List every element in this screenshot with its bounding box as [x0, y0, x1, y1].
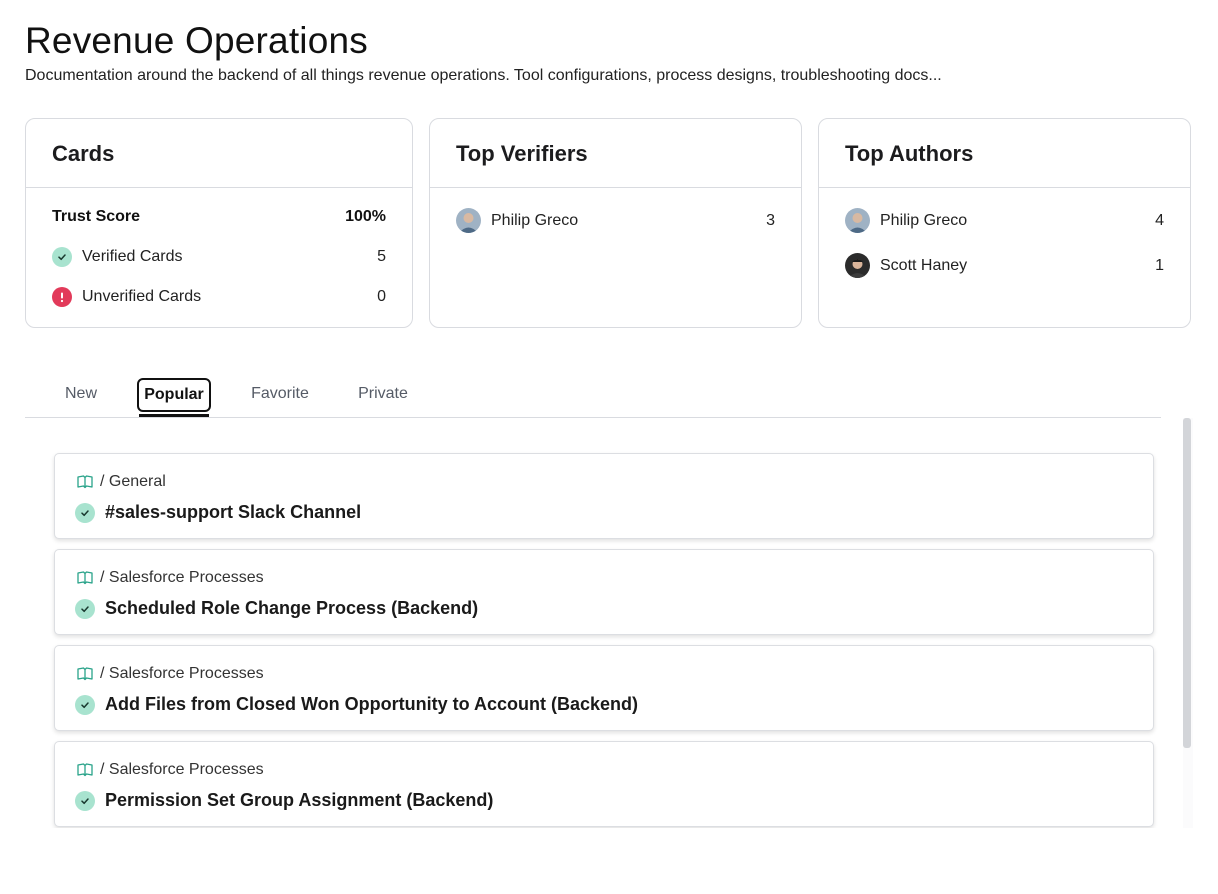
author-name: Scott Haney — [880, 256, 968, 274]
alert-icon — [52, 287, 72, 307]
list-item[interactable]: / Salesforce Processes Add Files from Cl… — [54, 645, 1154, 731]
verifier-name: Philip Greco — [491, 211, 579, 229]
verified-cards-label: Verified Cards — [82, 248, 183, 265]
trust-score-value: 100% — [345, 208, 386, 225]
check-icon — [52, 247, 72, 267]
verifier-row[interactable]: Philip Greco 3 — [456, 208, 775, 233]
trust-score-label: Trust Score — [52, 208, 141, 225]
list-item[interactable]: / Salesforce Processes Permission Set Gr… — [54, 741, 1154, 827]
author-row[interactable]: Scott Haney 1 — [845, 253, 1164, 278]
scrollbar-thumb[interactable] — [1183, 418, 1191, 748]
top-authors-panel: Top Authors Philip Greco 4 Scott Haney 1 — [818, 118, 1191, 328]
verifier-count: 3 — [766, 211, 775, 229]
author-count: 1 — [1155, 256, 1164, 274]
item-title[interactable]: Permission Set Group Assignment (Backend… — [105, 790, 493, 811]
unverified-cards-count: 0 — [377, 288, 386, 305]
page-title: Revenue Operations — [25, 20, 368, 61]
card-tabs: New Popular Favorite Private — [25, 376, 1161, 418]
top-verifiers-heading: Top Verifiers — [430, 119, 801, 188]
item-collection-label: / General — [100, 473, 166, 490]
item-collection: / Salesforce Processes — [77, 761, 264, 779]
item-title-row[interactable]: Add Files from Closed Won Opportunity to… — [75, 694, 638, 715]
item-title[interactable]: Add Files from Closed Won Opportunity to… — [105, 694, 638, 715]
tab-private[interactable]: Private — [355, 378, 411, 412]
item-collection-label: / Salesforce Processes — [100, 761, 264, 778]
item-collection: / Salesforce Processes — [77, 569, 264, 587]
avatar — [845, 208, 870, 233]
item-collection-label: / Salesforce Processes — [100, 665, 264, 682]
item-title-row[interactable]: Scheduled Role Change Process (Backend) — [75, 598, 478, 619]
avatar — [456, 208, 481, 233]
unverified-cards-row[interactable]: Unverified Cards 0 — [52, 287, 386, 307]
avatar — [845, 253, 870, 278]
book-icon — [77, 475, 93, 489]
top-verifiers-panel: Top Verifiers Philip Greco 3 — [429, 118, 802, 328]
trust-score-row: Trust Score 100% — [52, 208, 386, 226]
book-icon — [77, 667, 93, 681]
author-row[interactable]: Philip Greco 4 — [845, 208, 1164, 233]
top-authors-heading: Top Authors — [819, 119, 1190, 188]
check-icon — [75, 502, 95, 523]
list-item[interactable]: / General #sales-support Slack Channel — [54, 453, 1154, 539]
item-collection-label: / Salesforce Processes — [100, 569, 264, 586]
active-tab-indicator — [139, 414, 209, 417]
verified-cards-count: 5 — [377, 248, 386, 265]
item-title[interactable]: #sales-support Slack Channel — [105, 502, 361, 523]
book-icon — [77, 571, 93, 585]
list-item[interactable]: / Salesforce Processes Scheduled Role Ch… — [54, 549, 1154, 635]
item-collection: / Salesforce Processes — [77, 665, 264, 683]
cards-panel: Cards Trust Score 100% Verified Cards 5 … — [25, 118, 413, 328]
check-icon — [75, 694, 95, 715]
tab-new[interactable]: New — [63, 378, 99, 412]
card-list: / General #sales-support Slack Channel /… — [25, 418, 1193, 828]
item-title-row[interactable]: #sales-support Slack Channel — [75, 502, 361, 523]
verified-cards-row[interactable]: Verified Cards 5 — [52, 247, 386, 267]
page-description: Documentation around the backend of all … — [25, 67, 942, 84]
cards-panel-heading: Cards — [26, 119, 412, 188]
check-icon — [75, 790, 95, 811]
item-title[interactable]: Scheduled Role Change Process (Backend) — [105, 598, 478, 619]
unverified-cards-label: Unverified Cards — [82, 288, 202, 305]
author-count: 4 — [1155, 211, 1164, 229]
item-collection: / General — [77, 473, 166, 491]
check-icon — [75, 598, 95, 619]
author-name: Philip Greco — [880, 211, 968, 229]
tab-popular[interactable]: Popular — [137, 378, 211, 412]
item-title-row[interactable]: Permission Set Group Assignment (Backend… — [75, 790, 493, 811]
book-icon — [77, 763, 93, 777]
tab-favorite[interactable]: Favorite — [247, 378, 313, 412]
